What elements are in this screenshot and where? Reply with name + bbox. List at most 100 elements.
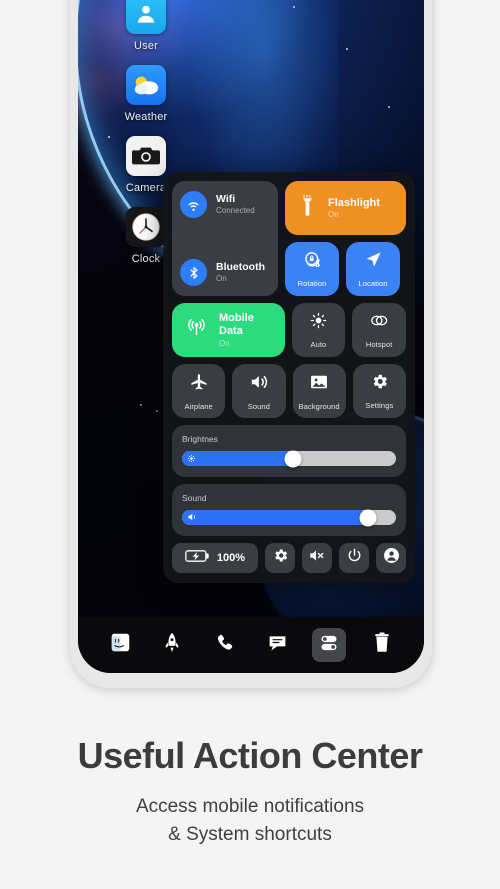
dock-phone[interactable] xyxy=(208,628,242,662)
toggles-icon xyxy=(319,633,339,658)
star xyxy=(388,106,390,108)
toggle-airplane[interactable]: Airplane xyxy=(172,364,226,418)
signal-icon xyxy=(186,317,207,343)
rotation-lock-icon xyxy=(303,250,322,274)
dock-messages[interactable] xyxy=(260,628,294,662)
control-center-panel: Wifi Connected Bluetooth On Flashlight O… xyxy=(163,172,415,583)
star xyxy=(140,404,142,406)
desktop-app-label: User xyxy=(133,40,159,52)
location-arrow-icon xyxy=(364,250,383,274)
bluetooth-status: On xyxy=(216,274,227,284)
toggle-label: Auto xyxy=(310,340,327,349)
mobile-data-title: Mobile Data xyxy=(219,312,254,337)
flashlight-title: Flashlight xyxy=(328,196,380,209)
brightness-slider-card: Brightnes xyxy=(172,425,406,477)
hotspot-icon xyxy=(368,311,390,335)
star xyxy=(293,6,295,8)
toggle-label: Hotspot xyxy=(365,340,393,349)
toggle-label: Airplane xyxy=(184,401,213,411)
dock-finder[interactable] xyxy=(103,628,137,662)
user-icon xyxy=(126,0,166,34)
toggle-rotation[interactable]: Rotation xyxy=(285,242,339,296)
messages-icon xyxy=(267,634,288,657)
wifi-status: Connected xyxy=(216,206,255,216)
toggle-label: Settings xyxy=(365,401,394,410)
flashlight-status: On xyxy=(328,210,339,220)
toggle-label: Sound xyxy=(247,401,270,411)
brightness-auto-icon xyxy=(309,311,328,335)
bluetooth-text: Bluetooth On xyxy=(216,261,265,283)
cc-row-1: Wifi Connected Bluetooth On Flashlight O… xyxy=(172,181,406,296)
power-icon xyxy=(346,547,363,569)
flashlight-tile[interactable]: Flashlight On xyxy=(285,181,406,235)
account-icon xyxy=(382,546,401,570)
bluetooth-title: Bluetooth xyxy=(216,261,265,274)
gear-icon xyxy=(370,372,389,396)
bluetooth-icon xyxy=(180,259,207,286)
wifi-title: Wifi xyxy=(216,193,236,206)
sound-fill xyxy=(182,510,369,525)
star xyxy=(346,48,348,50)
toggle-label: Background xyxy=(298,401,340,411)
brightness-label: Brightnes xyxy=(182,434,218,444)
brightness-slider[interactable] xyxy=(182,450,396,468)
toggle-hotspot[interactable]: Hotspot xyxy=(352,303,406,357)
battery-status[interactable]: 100% xyxy=(172,543,258,573)
star xyxy=(156,410,158,412)
toggle-settings[interactable]: Settings xyxy=(352,364,406,418)
brightness-fill xyxy=(182,450,294,468)
dock-trash[interactable] xyxy=(365,628,399,662)
wallpaper-icon xyxy=(309,372,329,397)
desktop-app-label: Weather xyxy=(124,111,168,123)
toggle-label: Location xyxy=(358,279,388,288)
dock-control-center[interactable] xyxy=(312,628,347,662)
cc-action-row: 100% xyxy=(172,543,406,573)
phone-icon xyxy=(215,633,235,658)
mobile-data-text: Mobile Data On xyxy=(219,312,271,347)
desktop-app-weather[interactable]: Weather xyxy=(110,65,182,123)
desktop-app-user[interactable]: User xyxy=(110,0,182,52)
trash-icon xyxy=(373,632,391,658)
caption-block: Useful Action Center Access mobile notif… xyxy=(0,735,500,849)
phone-screen: User Weather Camera Clock Wifi Connected… xyxy=(78,0,424,673)
page-title: Useful Action Center xyxy=(77,735,423,776)
cc-row-2: Mobile Data On Auto Hotspot xyxy=(172,303,406,357)
wifi-row[interactable]: Wifi Connected xyxy=(180,191,270,218)
gear-icon xyxy=(272,547,289,569)
settings-button[interactable] xyxy=(265,543,295,573)
mute-button[interactable] xyxy=(302,543,332,573)
sound-slider[interactable] xyxy=(182,509,396,526)
brightness-thumb[interactable] xyxy=(284,450,302,467)
battery-percent: 100% xyxy=(216,552,246,564)
sound-thumb[interactable] xyxy=(359,509,377,526)
brightness-icon xyxy=(187,450,196,468)
page-subtitle-line2: & System shortcuts xyxy=(168,824,332,846)
page-subtitle: Access mobile notifications & System sho… xyxy=(0,793,500,849)
dock-launchpad[interactable] xyxy=(155,628,189,662)
toggle-auto-brightness[interactable]: Auto xyxy=(291,303,346,357)
cc-row-3: Airplane Sound Background Settings xyxy=(172,364,406,418)
cc-row-toggles-1: Rotation Location xyxy=(285,242,406,296)
toggle-location[interactable]: Location xyxy=(346,242,400,296)
battery-charging-icon xyxy=(185,549,211,568)
finder-icon xyxy=(110,632,131,658)
mobile-data-tile[interactable]: Mobile Data On xyxy=(172,303,285,357)
connectivity-tile[interactable]: Wifi Connected Bluetooth On xyxy=(172,181,278,296)
bluetooth-row[interactable]: Bluetooth On xyxy=(180,259,270,286)
power-button[interactable] xyxy=(339,543,369,573)
toggle-background[interactable]: Background xyxy=(292,364,346,418)
flashlight-text: Flashlight On xyxy=(328,197,380,220)
sound-label: Sound xyxy=(182,493,207,503)
airplane-icon xyxy=(189,372,209,397)
dock xyxy=(78,617,424,673)
clock-icon xyxy=(126,207,166,247)
toggle-sound[interactable]: Sound xyxy=(232,364,286,418)
mobile-data-status: On xyxy=(219,338,230,348)
cc-right-column: Flashlight On Rotation Location xyxy=(285,181,406,296)
weather-icon xyxy=(126,65,166,105)
wifi-icon xyxy=(180,191,207,218)
toggle-label: Rotation xyxy=(297,279,327,288)
account-button[interactable] xyxy=(376,543,406,573)
launchpad-icon xyxy=(162,632,182,659)
sound-slider-card: Sound xyxy=(172,484,406,536)
